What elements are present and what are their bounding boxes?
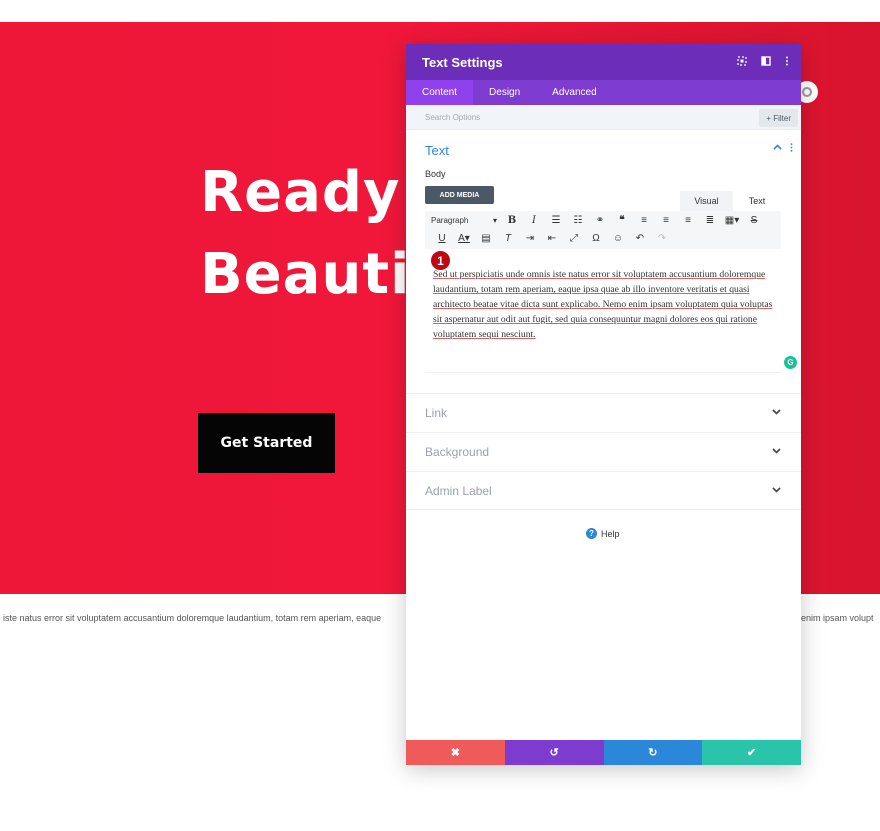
grammarly-icon[interactable]: G	[784, 356, 797, 369]
text-settings-modal: Text Settings Content Design Advanced + …	[406, 44, 801, 765]
align-right-icon[interactable]: ≡	[677, 215, 699, 226]
italic-icon[interactable]: I	[523, 215, 545, 226]
editor-area[interactable]: 1 Sed ut perspiciatis unde omnis iste na…	[425, 249, 797, 373]
filter-button[interactable]: + Filter	[759, 109, 798, 127]
strikethrough-icon[interactable]: S	[743, 215, 765, 226]
help-icon: ?	[586, 528, 597, 539]
check-icon: ✔	[747, 747, 757, 759]
editor-toolbar: Paragraph ▾ B I ☰ ☷ ⚭ ❝ ≡ ≡ ≡ ≣ ▦▾ S U A…	[425, 211, 781, 249]
align-left-icon[interactable]: ≡	[633, 215, 655, 226]
undo-button[interactable]: ↺	[504, 740, 604, 765]
expand-icon[interactable]	[737, 55, 747, 69]
close-icon: ✖	[450, 747, 460, 759]
help-label: Help	[601, 528, 620, 539]
format-select-value: Paragraph	[431, 215, 469, 225]
modal-title: Text Settings	[422, 54, 503, 70]
chevron-down-icon	[772, 407, 781, 419]
tab-design[interactable]: Design	[473, 80, 536, 105]
section-title: Text	[425, 142, 449, 158]
cancel-button[interactable]: ✖	[406, 740, 505, 765]
redo-icon[interactable]: ↷	[651, 233, 673, 244]
fullscreen-icon[interactable]: ⤢	[563, 233, 585, 244]
caret-down-icon: ▾	[492, 215, 497, 225]
redo-icon: ↻	[648, 747, 658, 759]
link-icon[interactable]: ⚭	[589, 215, 611, 226]
section-more-icon[interactable]	[790, 143, 793, 155]
chevron-down-icon	[772, 485, 781, 497]
editor-tab-visual[interactable]: Visual	[680, 191, 733, 211]
modal-tabs: Content Design Advanced	[406, 80, 801, 105]
search-options-input[interactable]	[425, 112, 625, 122]
get-started-button[interactable]: Get Started	[198, 413, 335, 473]
tab-content[interactable]: Content	[406, 80, 474, 105]
section-background[interactable]: Background	[406, 432, 801, 471]
editor-tab-text[interactable]: Text	[733, 191, 781, 211]
help-link[interactable]: ? Help	[586, 528, 620, 539]
tab-advanced[interactable]: Advanced	[536, 80, 612, 105]
bullet-list-icon[interactable]: ☰	[545, 215, 567, 226]
modal-header: Text Settings	[406, 44, 801, 80]
section-link-label: Link	[425, 406, 448, 420]
modal-footer: ✖ ↺ ↻ ✔	[406, 740, 801, 765]
text-section-header[interactable]: Text	[406, 130, 801, 170]
redo-button[interactable]: ↻	[603, 740, 703, 765]
omega-icon[interactable]: Ω	[585, 233, 607, 244]
section-link[interactable]: Link	[406, 393, 801, 432]
body-text-left: iste natus error sit voluptatem accusant…	[3, 613, 382, 623]
more-icon[interactable]	[785, 56, 789, 69]
bold-icon[interactable]: B	[501, 215, 523, 226]
format-select[interactable]: Paragraph ▾	[431, 216, 501, 225]
add-media-button[interactable]: ADD MEDIA	[425, 186, 494, 204]
save-button[interactable]: ✔	[702, 740, 801, 765]
body-text-right: enim ipsam volupt	[801, 613, 874, 623]
paste-icon[interactable]: ▤	[475, 233, 497, 244]
editor-content[interactable]: Sed ut perspiciatis unde omnis iste natu…	[433, 267, 777, 342]
undo-icon[interactable]: ↶	[629, 233, 651, 244]
text-color-icon[interactable]: A▾	[453, 233, 475, 244]
chevron-up-icon[interactable]	[773, 143, 782, 155]
emoji-icon[interactable]: ☺	[607, 233, 629, 244]
table-icon[interactable]: ▦▾	[721, 215, 743, 226]
blockquote-icon[interactable]: ❝	[611, 215, 633, 226]
page: Ready t Beautif Get Started iste natus e…	[0, 0, 880, 831]
chevron-down-icon	[772, 446, 781, 458]
clear-format-icon[interactable]: T	[497, 233, 519, 244]
indent-icon[interactable]: ⇥	[519, 233, 541, 244]
align-center-icon[interactable]: ≡	[655, 215, 677, 226]
body-label: Body	[425, 169, 446, 179]
justify-icon[interactable]: ≣	[699, 215, 721, 226]
underline-icon[interactable]: U	[431, 233, 453, 244]
split-icon[interactable]	[761, 55, 771, 69]
section-background-label: Background	[425, 445, 490, 459]
outdent-icon[interactable]: ⇤	[541, 233, 563, 244]
section-admin-label[interactable]: Admin Label	[406, 471, 801, 510]
search-row: + Filter	[406, 105, 801, 130]
undo-icon: ↺	[549, 747, 559, 759]
section-admin-label-label: Admin Label	[425, 483, 492, 498]
numbered-list-icon[interactable]: ☷	[567, 215, 589, 226]
